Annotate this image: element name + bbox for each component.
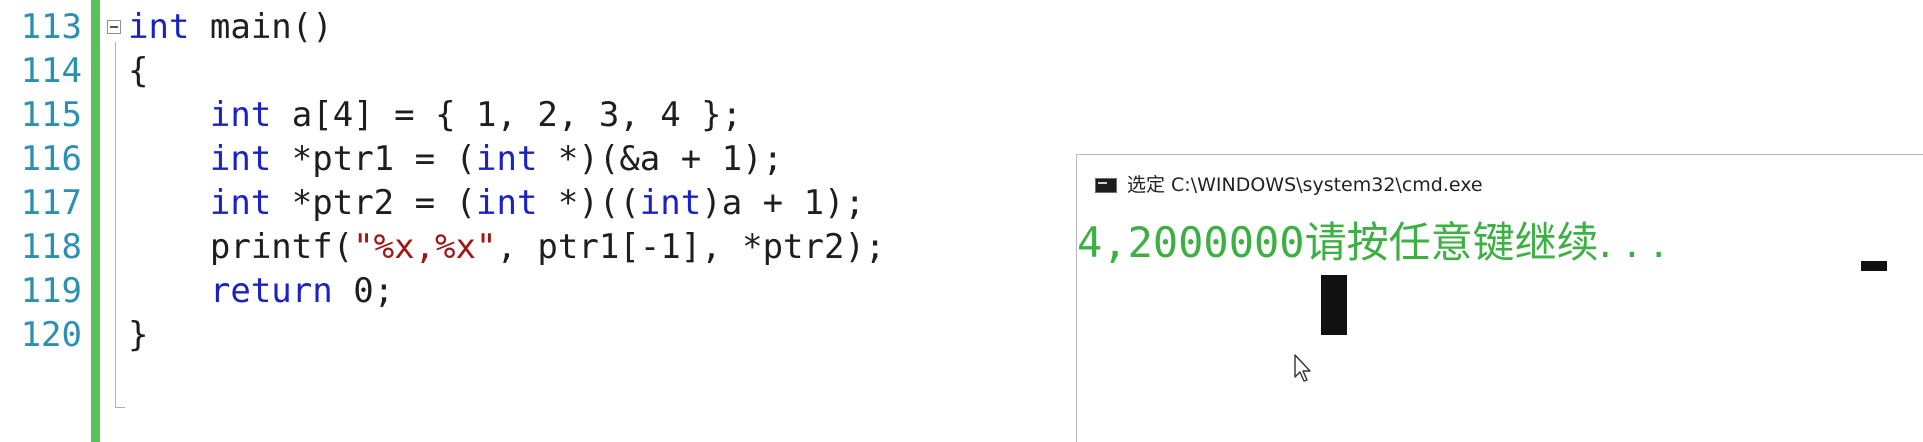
line-number-gutter: 113 114 115 116 117 118 119 120 [0, 0, 86, 442]
fold-guide [115, 42, 116, 408]
code-line[interactable]: } [128, 308, 148, 362]
keyword-token: int [209, 183, 272, 223]
mouse-pointer-icon [1294, 354, 1311, 382]
console-output: 4,2000000请按任意键继续. . . [1077, 215, 1665, 271]
keyword-token: int [209, 139, 272, 179]
cmd-icon [1095, 178, 1117, 193]
text-token: *)(( [537, 183, 640, 223]
console-title: 选定 C:\WINDOWS\system32\cmd.exe [1127, 174, 1483, 196]
keyword-token: int [639, 183, 702, 223]
text-token: 0; [332, 271, 395, 311]
console-output-value: 4,2000000 [1077, 218, 1305, 267]
text-token: printf( [128, 227, 354, 267]
text-token: *)(&a + 1); [537, 139, 784, 179]
code-line[interactable]: int main() [128, 0, 333, 54]
text-token: , ptr1[-1], *ptr2); [496, 227, 886, 267]
text-token: *ptr2 = ( [271, 183, 477, 223]
line-number: 120 [20, 315, 82, 355]
text-token: main() [189, 7, 333, 47]
console-text-cursor [1861, 261, 1887, 271]
console-output-prompt: 请按任意键继续. . . [1304, 218, 1666, 267]
keyword-token: int [128, 7, 190, 47]
string-token: "%x,%x" [353, 227, 497, 267]
text-token: { [128, 51, 149, 91]
console-window[interactable]: 选定 C:\WINDOWS\system32\cmd.exe 4,2000000… [1076, 154, 1923, 442]
text-token: a[4] = { 1, 2, 3, 4 }; [271, 95, 743, 135]
keyword-token: int [476, 183, 538, 223]
text-token: } [128, 315, 149, 355]
fold-guide-end [115, 407, 125, 408]
text-token: *ptr1 = ( [271, 139, 477, 179]
keyword-token: int [476, 139, 538, 179]
text-token: )a + 1); [701, 183, 865, 223]
console-title-bar[interactable]: 选定 C:\WINDOWS\system32\cmd.exe [1077, 155, 1923, 209]
change-indicator-bar [91, 0, 100, 442]
keyword-token: int [209, 95, 272, 135]
code-line[interactable]: return 0; [128, 264, 394, 318]
selection-block-cursor [1321, 275, 1347, 335]
keyword-token: return [209, 271, 333, 311]
collapse-icon[interactable] [107, 20, 121, 34]
